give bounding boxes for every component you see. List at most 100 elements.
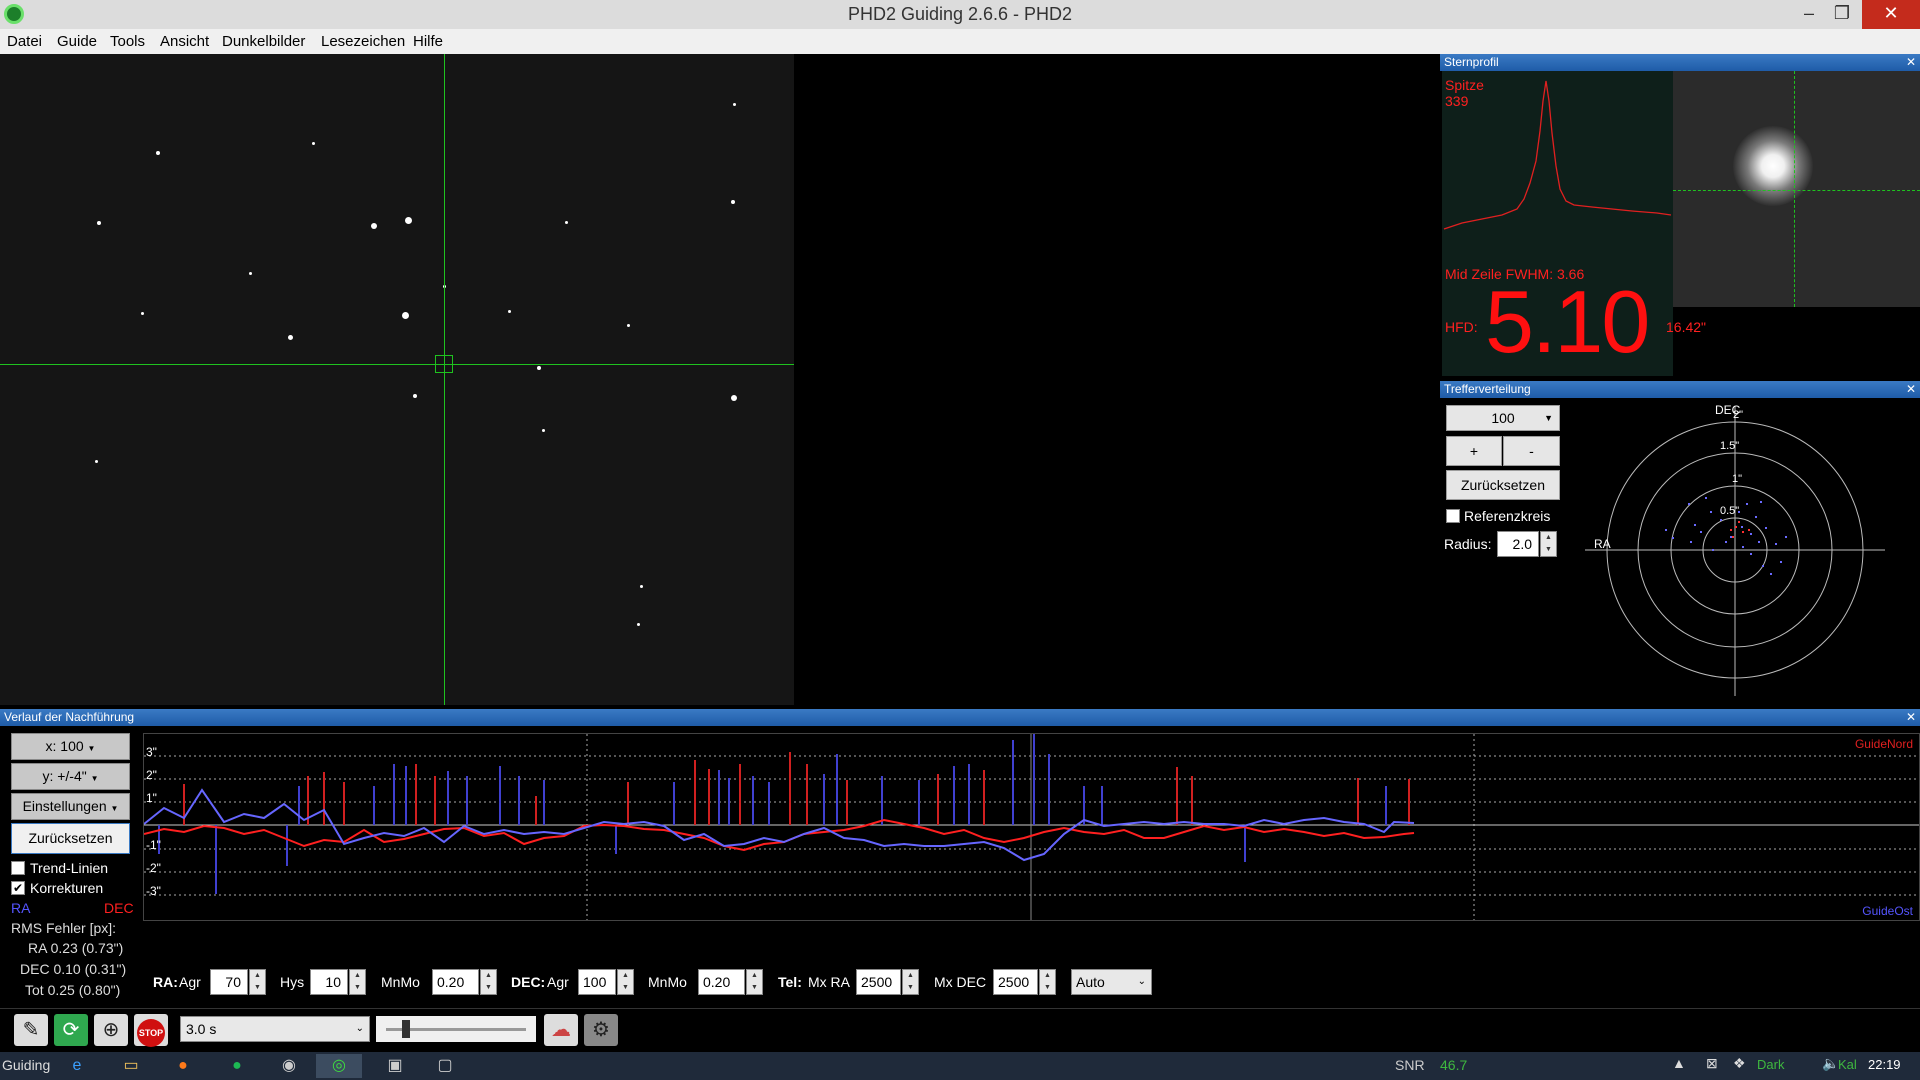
mx-ra-input[interactable]: 2500	[856, 969, 901, 995]
exposure-select[interactable]: 3.0 s ⌄	[180, 1016, 370, 1042]
gamma-slider[interactable]	[376, 1016, 536, 1042]
exposure-value: 3.0 s	[186, 1021, 217, 1037]
chevron-down-icon: ▼	[1544, 413, 1553, 423]
menu-dunkelbilder[interactable]: Dunkelbilder	[222, 33, 305, 50]
radius-input[interactable]: 2.0	[1497, 531, 1539, 557]
mx-dec-label: Mx DEC	[934, 974, 987, 990]
chevron-down-icon: ⌄	[1137, 976, 1146, 987]
menu-ansicht[interactable]: Ansicht	[160, 33, 209, 50]
ra-mnmo-spinner[interactable]: ▲ ▼	[480, 969, 497, 995]
zoom-out-button[interactable]: -	[1503, 436, 1560, 466]
camera-view[interactable]	[0, 54, 1435, 705]
star	[249, 272, 252, 275]
dec-agr-label: Agr	[547, 974, 569, 990]
scatter-title: Trefferverteilung ✕	[1440, 381, 1920, 398]
window-icon[interactable]: ▢	[430, 1054, 460, 1078]
ra-legend: RA	[11, 900, 31, 916]
dropbox-icon[interactable]: ❖	[1733, 1055, 1746, 1072]
dec-mnmo-spinner[interactable]: ▲ ▼	[746, 969, 763, 995]
mx-dec-input[interactable]: 2500	[993, 969, 1038, 995]
ra-agr-input[interactable]: 70	[210, 969, 248, 995]
cal-status: Kal	[1838, 1057, 1857, 1072]
photos-icon[interactable]: ▣	[380, 1054, 410, 1078]
corrections-checkbox[interactable]: ✔	[11, 881, 25, 895]
star	[413, 394, 417, 398]
chevron-down-icon: ▼	[110, 804, 119, 813]
close-button[interactable]: ✕	[1862, 0, 1920, 29]
tray-up-icon[interactable]: ▲	[1672, 1055, 1686, 1071]
app-icon[interactable]: ◉	[274, 1054, 304, 1078]
snr-label: SNR	[1395, 1057, 1425, 1073]
browser-icon[interactable]: e	[62, 1054, 92, 1078]
scatter-title-text: Trefferverteilung	[1444, 382, 1531, 396]
guide-crosshair-icon[interactable]: ⊕	[94, 1014, 128, 1046]
ring-label-1: 1"	[1732, 473, 1743, 485]
spotify-icon[interactable]: ●	[222, 1054, 252, 1078]
star	[371, 223, 377, 229]
star-field-image[interactable]	[0, 54, 794, 705]
menu-datei[interactable]: Datei	[7, 33, 42, 50]
trend-lines-checkbox[interactable]	[11, 861, 25, 875]
zoom-in-button[interactable]: +	[1446, 436, 1502, 466]
star-profile-title: Sternprofil ✕	[1440, 54, 1920, 71]
radius-spinner[interactable]: ▲ ▼	[1540, 531, 1557, 557]
taskbar: Guiding e ▭ ● ● ◉ ◎ ▣ ▢ SNR 46.7 ▲ ⊠ ❖ D…	[0, 1052, 1920, 1080]
stop-icon[interactable]: STOP	[134, 1014, 168, 1047]
star	[733, 103, 736, 106]
menu-guide[interactable]: Guide	[57, 33, 97, 50]
crosshair-horizontal	[0, 364, 794, 365]
y-tick-2: 2"	[146, 768, 157, 782]
ra-agr-label: Agr	[179, 974, 201, 990]
dec-agr-spinner[interactable]: ▲ ▼	[617, 969, 634, 995]
close-icon[interactable]: ✕	[1906, 381, 1916, 398]
chevron-down-icon: ▼	[90, 774, 99, 783]
guide-star-box[interactable]	[435, 355, 453, 373]
corrections-label: Korrekturen	[30, 880, 104, 896]
dec-agr-input[interactable]: 100	[578, 969, 616, 995]
dec-legend: DEC	[104, 900, 134, 916]
history-settings-select[interactable]: Einstellungen ▼	[11, 793, 130, 820]
tray-icon[interactable]: ⊠	[1706, 1055, 1718, 1072]
scatter-plot	[1585, 406, 1885, 696]
menu-hilfe[interactable]: Hilfe	[413, 33, 443, 50]
x-scale-select[interactable]: x: 100 ▼	[11, 733, 130, 760]
star	[97, 221, 101, 225]
hys-spinner[interactable]: ▲ ▼	[349, 969, 366, 995]
brain-icon[interactable]: ☁	[544, 1014, 578, 1046]
ra-agr-spinner[interactable]: ▲ ▼	[249, 969, 266, 995]
guide-mode-value: Auto	[1076, 974, 1105, 990]
dec-mnmo-input[interactable]: 0.20	[698, 969, 745, 995]
y-scale-select[interactable]: y: +/-4" ▼	[11, 763, 130, 790]
menu-tools[interactable]: Tools	[110, 33, 145, 50]
loop-icon[interactable]: ⟳	[54, 1014, 88, 1046]
snr-value: 46.7	[1440, 1057, 1468, 1073]
closeup-crosshair-v	[1794, 71, 1795, 307]
ra-params-label: RA:	[153, 974, 178, 990]
menu-lesezeichen[interactable]: Lesezeichen	[321, 33, 405, 50]
ref-circle-checkbox[interactable]	[1446, 509, 1460, 523]
close-icon[interactable]: ✕	[1906, 709, 1916, 726]
firefox-icon[interactable]: ●	[168, 1054, 198, 1078]
volume-icon[interactable]: 🔈	[1822, 1055, 1839, 1072]
zoom-select-value: 100	[1491, 410, 1515, 426]
mx-ra-spinner[interactable]: ▲ ▼	[902, 969, 919, 995]
scatter-reset-button[interactable]: Zurücksetzen	[1446, 470, 1560, 500]
ra-mnmo-input[interactable]: 0.20	[432, 969, 479, 995]
guide-mode-select[interactable]: Auto ⌄	[1071, 969, 1152, 995]
hys-input[interactable]: 10	[310, 969, 348, 995]
star	[537, 366, 541, 370]
zoom-select[interactable]: 100 ▼	[1446, 405, 1560, 431]
mx-dec-spinner[interactable]: ▲ ▼	[1039, 969, 1056, 995]
camera-connect-icon[interactable]: ✎	[14, 1014, 48, 1046]
slider-handle[interactable]	[402, 1020, 410, 1038]
close-icon[interactable]: ✕	[1906, 54, 1916, 71]
history-reset-button[interactable]: Zurücksetzen	[11, 823, 130, 854]
tools-icon[interactable]: ⚙	[584, 1014, 618, 1046]
folder-icon[interactable]: ▭	[116, 1054, 146, 1078]
title-bar: PHD2 Guiding 2.6.6 - PHD2 ‒ ❐ ✕	[0, 0, 1920, 29]
star	[731, 395, 737, 401]
maximize-button[interactable]: ❐	[1822, 0, 1862, 29]
rms-label: RMS Fehler [px]:	[11, 920, 117, 936]
phd2-taskbar-icon[interactable]: ◎	[316, 1054, 362, 1078]
dark-status: Dark	[1757, 1057, 1785, 1072]
